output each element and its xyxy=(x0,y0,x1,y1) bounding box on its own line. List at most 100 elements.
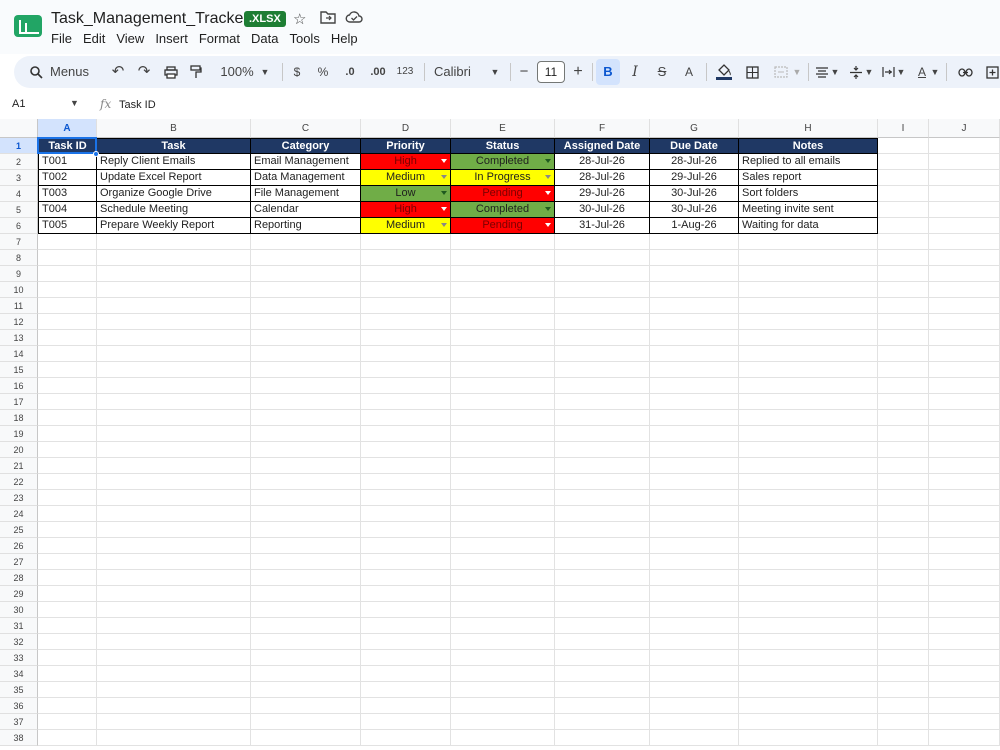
grid-cell[interactable] xyxy=(555,698,650,714)
row-header[interactable]: 13 xyxy=(0,330,38,346)
row-header[interactable]: 36 xyxy=(0,698,38,714)
grid-cell[interactable] xyxy=(555,714,650,730)
grid-cell[interactable] xyxy=(38,314,97,330)
grid-cell[interactable] xyxy=(97,410,251,426)
grid-cell[interactable] xyxy=(878,202,929,218)
row-header[interactable]: 21 xyxy=(0,458,38,474)
grid-cell[interactable] xyxy=(451,490,555,506)
row-header[interactable]: 12 xyxy=(0,314,38,330)
grid-cell[interactable] xyxy=(97,682,251,698)
grid-cell[interactable] xyxy=(878,346,929,362)
grid-cell[interactable] xyxy=(251,474,361,490)
grid-cell[interactable] xyxy=(361,362,451,378)
star-icon[interactable]: ☆ xyxy=(293,10,306,28)
grid-cell[interactable] xyxy=(361,506,451,522)
grid-cell[interactable] xyxy=(251,538,361,554)
menu-help[interactable]: Help xyxy=(331,31,358,46)
table-cell-due[interactable]: 1-Aug-26 xyxy=(650,218,739,234)
grid-cell[interactable] xyxy=(739,458,878,474)
grid-cell[interactable] xyxy=(451,538,555,554)
grid-cell[interactable] xyxy=(650,378,739,394)
grid-cell[interactable] xyxy=(251,666,361,682)
merge-cells-icon[interactable] xyxy=(770,56,792,88)
grid-cell[interactable] xyxy=(929,378,1000,394)
grid-cell[interactable] xyxy=(251,714,361,730)
grid-cell[interactable] xyxy=(38,714,97,730)
grid-cell[interactable] xyxy=(739,538,878,554)
grid-cell[interactable] xyxy=(361,634,451,650)
grid-cell[interactable] xyxy=(38,554,97,570)
grid-cell[interactable] xyxy=(929,394,1000,410)
grid-cell[interactable] xyxy=(555,634,650,650)
grid-cell[interactable] xyxy=(878,650,929,666)
grid-cell[interactable] xyxy=(38,458,97,474)
dropdown-arrow-icon[interactable] xyxy=(441,159,447,163)
grid-cell[interactable] xyxy=(555,250,650,266)
table-header-cell[interactable]: Priority xyxy=(361,138,451,154)
grid-cell[interactable] xyxy=(929,522,1000,538)
grid-cell[interactable] xyxy=(451,330,555,346)
table-cell-task[interactable]: Organize Google Drive xyxy=(97,186,251,202)
grid-cell[interactable] xyxy=(251,394,361,410)
grid-cell[interactable] xyxy=(361,554,451,570)
grid-cell[interactable] xyxy=(251,426,361,442)
priority-dropdown[interactable]: High xyxy=(361,202,451,218)
grid-cell[interactable] xyxy=(739,378,878,394)
table-header-cell[interactable]: Due Date xyxy=(650,138,739,154)
grid-cell[interactable] xyxy=(878,634,929,650)
row-header[interactable]: 30 xyxy=(0,602,38,618)
chevron-down-icon[interactable]: ▼ xyxy=(792,56,802,88)
grid-cell[interactable] xyxy=(650,698,739,714)
grid-cell[interactable] xyxy=(555,490,650,506)
grid-cell[interactable] xyxy=(878,218,929,234)
grid-cell[interactable] xyxy=(451,730,555,746)
grid-cell[interactable] xyxy=(97,602,251,618)
insert-link-icon[interactable] xyxy=(956,56,974,88)
grid-cell[interactable] xyxy=(929,442,1000,458)
grid-cell[interactable] xyxy=(97,490,251,506)
grid-cell[interactable] xyxy=(251,234,361,250)
grid-cell[interactable] xyxy=(929,218,1000,234)
column-header-f[interactable]: F xyxy=(555,119,650,138)
row-header[interactable]: 32 xyxy=(0,634,38,650)
grid-cell[interactable] xyxy=(739,234,878,250)
grid-cell[interactable] xyxy=(97,394,251,410)
grid-cell[interactable] xyxy=(451,234,555,250)
row-header[interactable]: 18 xyxy=(0,410,38,426)
priority-dropdown[interactable]: Medium xyxy=(361,170,451,186)
vertical-align-icon[interactable] xyxy=(848,56,864,88)
grid-cell[interactable] xyxy=(38,634,97,650)
insert-comment-icon[interactable] xyxy=(984,56,1000,88)
grid-cell[interactable] xyxy=(650,330,739,346)
grid-cell[interactable] xyxy=(251,618,361,634)
table-cell-assigned[interactable]: 30-Jul-26 xyxy=(555,202,650,218)
grid-cell[interactable] xyxy=(451,298,555,314)
grid-cell[interactable] xyxy=(451,378,555,394)
row-header[interactable]: 4 xyxy=(0,186,38,202)
grid-cell[interactable] xyxy=(38,522,97,538)
grid-cell[interactable] xyxy=(361,666,451,682)
row-header[interactable]: 7 xyxy=(0,234,38,250)
grid-cell[interactable] xyxy=(97,378,251,394)
grid-cell[interactable] xyxy=(361,426,451,442)
grid-cell[interactable] xyxy=(97,538,251,554)
grid-cell[interactable] xyxy=(361,298,451,314)
grid-cell[interactable] xyxy=(97,266,251,282)
chevron-down-icon[interactable]: ▼ xyxy=(830,56,840,88)
grid-cell[interactable] xyxy=(38,538,97,554)
row-header[interactable]: 2 xyxy=(0,154,38,170)
grid-cell[interactable] xyxy=(878,410,929,426)
sheets-logo-icon[interactable] xyxy=(14,15,42,37)
chevron-down-icon[interactable]: ▼ xyxy=(70,98,79,108)
grid-cell[interactable] xyxy=(38,698,97,714)
grid-cell[interactable] xyxy=(650,522,739,538)
grid-cell[interactable] xyxy=(361,698,451,714)
dropdown-arrow-icon[interactable] xyxy=(441,175,447,179)
column-header-e[interactable]: E xyxy=(451,119,555,138)
grid-cell[interactable] xyxy=(251,650,361,666)
row-header[interactable]: 28 xyxy=(0,570,38,586)
grid-cell[interactable] xyxy=(555,330,650,346)
grid-cell[interactable] xyxy=(555,666,650,682)
dropdown-arrow-icon[interactable] xyxy=(441,207,447,211)
grid-cell[interactable] xyxy=(650,490,739,506)
